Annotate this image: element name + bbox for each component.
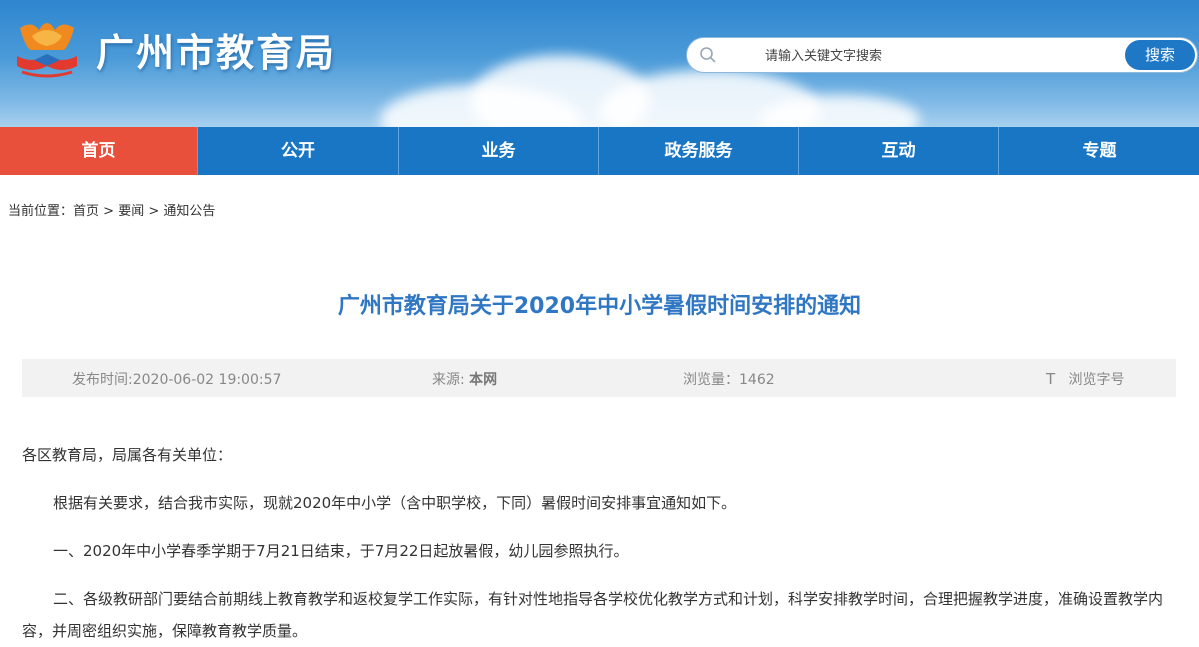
nav-item-interaction[interactable]: 互动 — [799, 127, 999, 175]
publish-time: 发布时间:2020-06-02 19:00:57 — [72, 369, 281, 389]
article-salutation: 各区教育局，局属各有关单位： — [22, 446, 233, 464]
breadcrumb: 当前位置：首页 > 要闻 > 通知公告 — [8, 200, 215, 219]
main-nav: 首页 公开 业务 政务服务 互动 专题 — [0, 127, 1199, 175]
search-icon — [700, 47, 716, 63]
publish-value: 2020-06-02 19:00:57 — [132, 372, 282, 388]
views-value: 1462 — [739, 372, 775, 388]
publish-label: 发布时间: — [72, 372, 133, 388]
article-paragraph: 根据有关要求，结合我市实际，现就2020年中小学（含中职学校，下同）暑假时间安排… — [53, 494, 737, 512]
article-title: 广州市教育局关于2020年中小学暑假时间安排的通知 — [337, 294, 862, 319]
nav-item-government-services[interactable]: 政务服务 — [599, 127, 799, 175]
article-paragraph: 一、2020年中小学春季学期于7月21日结束，于7月22日起放暑假，幼儿园参照执… — [53, 542, 629, 560]
source-label: 来源: — [432, 372, 465, 388]
search-box: 搜索 — [686, 37, 1198, 73]
breadcrumb-separator: > — [99, 204, 119, 219]
breadcrumb-item-news[interactable]: 要闻 — [118, 204, 144, 219]
views-label: 浏览量： — [683, 372, 739, 388]
view-count: 浏览量：1462 — [683, 369, 775, 389]
breadcrumb-item-notices[interactable]: 通知公告 — [163, 204, 215, 219]
source-value: 本网 — [469, 372, 498, 388]
font-size-icon: T — [1046, 370, 1056, 388]
search-input[interactable] — [763, 44, 1127, 68]
article-meta-bar: 发布时间:2020-06-02 19:00:57 来源: 本网 浏览量：1462… — [22, 359, 1176, 397]
font-size-control[interactable]: T 浏览字号 — [1046, 369, 1125, 389]
article-paragraph: 二、各级教研部门要结合前期线上教育教学和返校复学工作实际，有针对性地指导各学校优… — [22, 590, 1164, 640]
search-button[interactable]: 搜索 — [1125, 40, 1195, 70]
education-bureau-logo — [17, 23, 77, 78]
site-title[interactable]: 广州市教育局 — [96, 22, 336, 77]
breadcrumb-separator: > — [144, 204, 164, 219]
nav-item-open[interactable]: 公开 — [198, 127, 399, 175]
font-size-label[interactable]: 浏览字号 — [1069, 372, 1125, 388]
breadcrumb-item-home[interactable]: 首页 — [73, 204, 99, 219]
nav-item-home[interactable]: 首页 — [0, 127, 198, 175]
nav-item-topics[interactable]: 专题 — [999, 127, 1199, 175]
source: 来源: 本网 — [432, 369, 497, 389]
breadcrumb-prefix: 当前位置： — [8, 204, 74, 219]
header-banner: 广州市教育局 搜索 — [0, 0, 1199, 127]
nav-item-business[interactable]: 业务 — [399, 127, 599, 175]
